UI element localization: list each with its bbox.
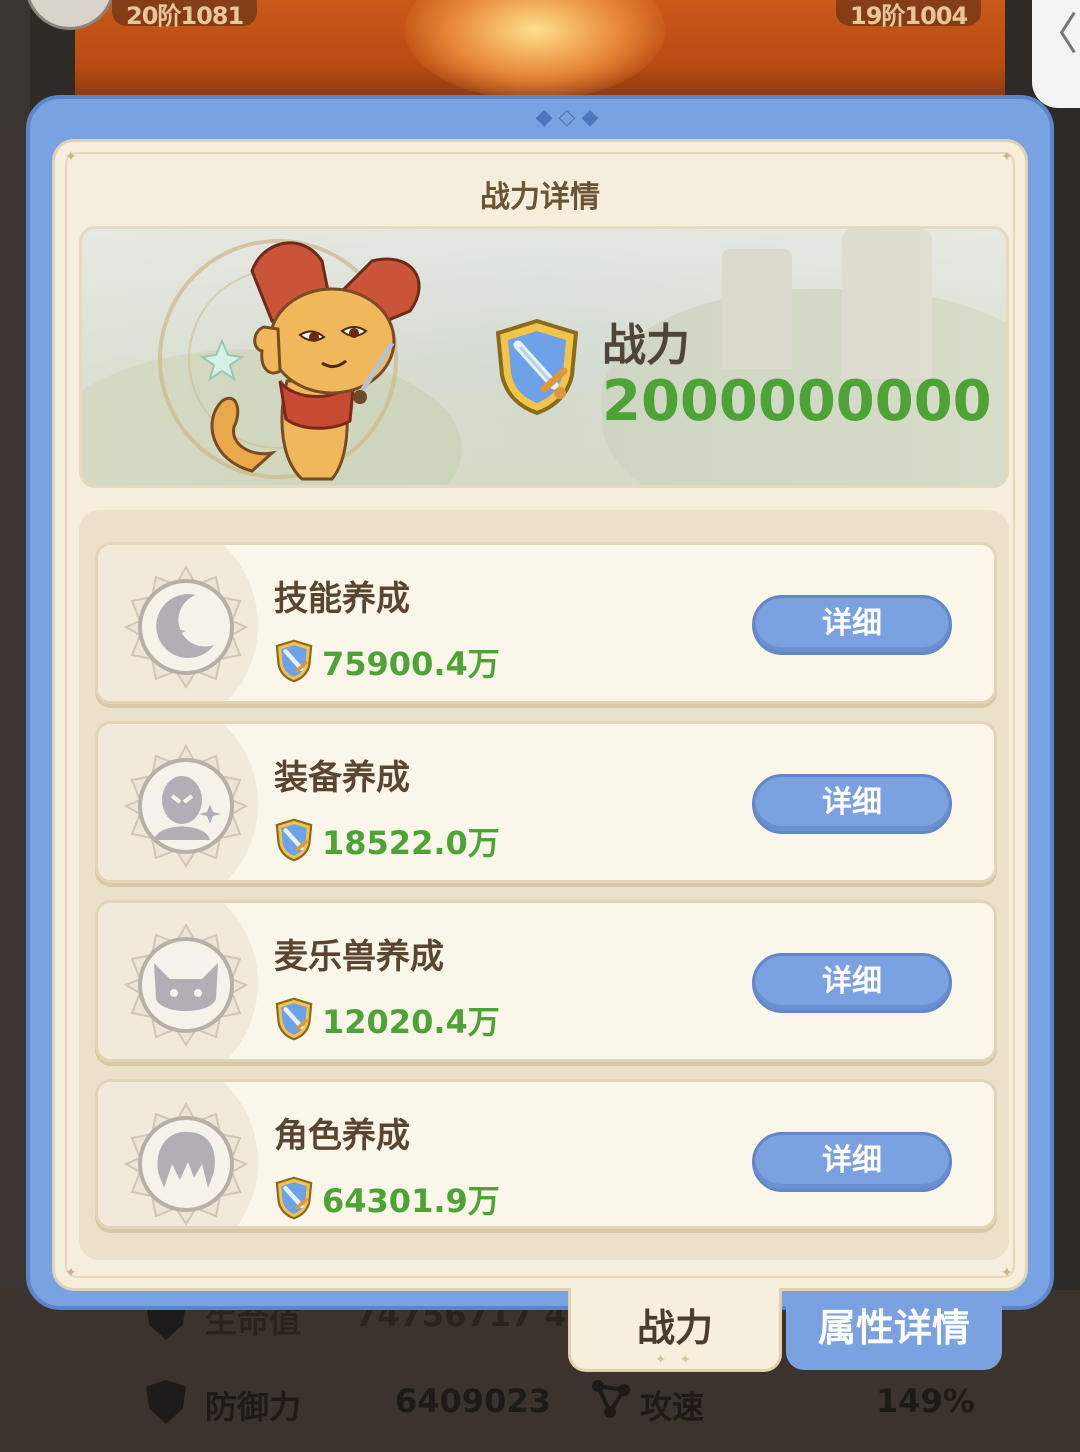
background-left-pill: 20阶1081 — [112, 0, 258, 30]
row-label: 技能养成 — [274, 579, 410, 619]
detail-button-equipment[interactable]: 详细 — [752, 774, 952, 834]
power-shield-icon — [275, 818, 313, 862]
row-label: 角色养成 — [274, 1116, 410, 1156]
background-glow — [405, 0, 665, 100]
power-value: 2000000000 — [602, 369, 992, 434]
fox-cat-mascot-icon — [199, 241, 421, 481]
power-details-panel: ◆◇◆ ✦ ✦ ✦ ✦ 战力详情 战力 2000000000 技能养成 7590… — [26, 95, 1054, 1310]
power-shield-icon — [275, 997, 313, 1041]
corner-ornament: ✦ — [65, 1265, 77, 1281]
tab-power[interactable]: 战力 ✦ ✦ — [568, 1288, 782, 1372]
attack-speed-icon — [592, 1380, 630, 1418]
power-shield-icon — [275, 1176, 313, 1220]
panel-top-ornament: ◆◇◆ — [535, 105, 605, 130]
row-label: 装备养成 — [274, 758, 410, 798]
row-label: 麦乐兽养成 — [274, 937, 444, 977]
power-banner: 战力 2000000000 — [79, 226, 1009, 488]
corner-ornament: ✦ — [65, 149, 77, 165]
tab-power-label: 战力 — [636, 1306, 713, 1350]
crescent-star-icon — [124, 565, 248, 689]
detail-button-pet[interactable]: 详细 — [752, 953, 952, 1013]
tab-attribute-details[interactable]: 属性详情 — [786, 1292, 1002, 1370]
row-value: 12020.4万 — [322, 1003, 500, 1041]
row-value: 75900.4万 — [322, 645, 500, 683]
panel-title: 战力详情 — [480, 180, 600, 215]
detail-button-skill[interactable]: 详细 — [752, 595, 952, 655]
breakdown-list: 技能养成 75900.4万 详细 装备养成 18522.0万 详细 麦乐兽养成 … — [79, 510, 1009, 1260]
side-drawer-tab[interactable]: 〈 — [1032, 0, 1080, 108]
chevron-left-icon: 〈 — [1034, 9, 1078, 60]
row-value: 18522.0万 — [322, 824, 500, 862]
row-value: 64301.9万 — [322, 1182, 500, 1220]
stat-def-label: 防御力 — [205, 1388, 302, 1426]
stat-speed-label: 攻速 — [640, 1388, 705, 1426]
breakdown-row-skill: 技能养成 75900.4万 详细 — [95, 542, 997, 704]
breakdown-row-character: 角色养成 64301.9万 详细 — [95, 1079, 997, 1229]
background-right-pill: 19阶1004 — [836, 0, 982, 30]
detail-button-character[interactable]: 详细 — [752, 1132, 952, 1192]
cat-face-icon — [124, 923, 248, 1047]
shield-icon — [146, 1380, 186, 1424]
hair-head-icon — [124, 1102, 248, 1226]
corner-ornament: ✦ — [1001, 1265, 1013, 1281]
breakdown-row-equipment: 装备养成 18522.0万 详细 — [95, 721, 997, 883]
power-label: 战力 — [602, 320, 690, 371]
panel-inner: ✦ ✦ ✦ ✦ 战力详情 战力 2000000000 技能养成 75900.4万… — [52, 139, 1028, 1291]
breakdown-row-pet: 麦乐兽养成 12020.4万 详细 — [95, 900, 997, 1062]
power-shield-icon — [275, 639, 313, 683]
alien-head-icon — [124, 744, 248, 868]
stat-def-value: 6409023 — [395, 1382, 551, 1420]
corner-ornament: ✦ — [1001, 149, 1013, 165]
tab-ornament: ✦ ✦ — [654, 1352, 696, 1368]
stat-speed-value: 149% — [876, 1382, 975, 1420]
power-shield-icon — [495, 318, 579, 416]
